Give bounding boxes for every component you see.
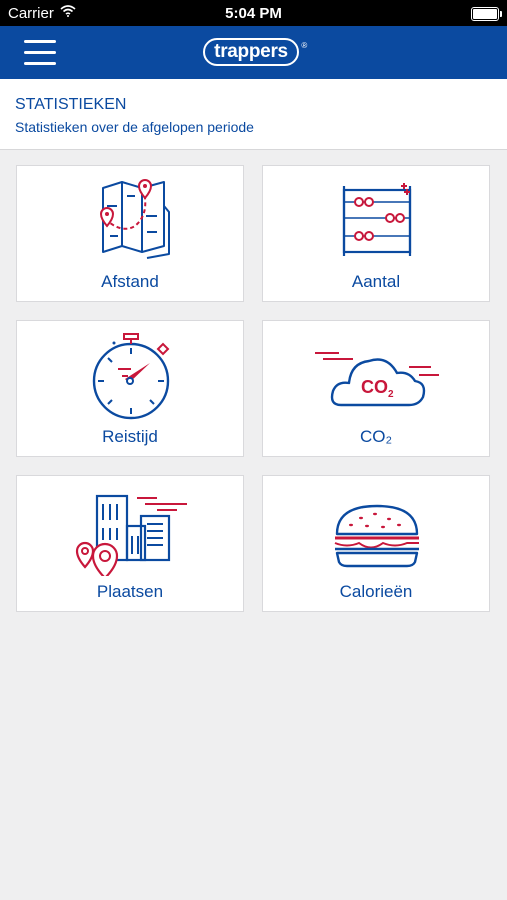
co2-icon-text: CO bbox=[361, 377, 388, 397]
stopwatch-icon bbox=[92, 333, 170, 420]
logo-text: trappers bbox=[214, 41, 288, 62]
status-bar: Carrier 5:04 PM bbox=[0, 0, 507, 26]
map-route-icon bbox=[99, 179, 170, 259]
page-header: STATISTIEKEN Statistieken over de afgelo… bbox=[0, 79, 507, 150]
tile-calorieen[interactable]: Calorieën bbox=[262, 475, 490, 612]
page-title: STATISTIEKEN bbox=[15, 96, 127, 113]
co2-cloud-icon: CO 2 bbox=[315, 352, 439, 407]
tile-co2[interactable]: CO 2 CO₂ bbox=[262, 320, 490, 457]
registered-mark: ® bbox=[301, 41, 307, 50]
nav-bar: trappers ® bbox=[0, 26, 507, 79]
tile-label: Plaatsen bbox=[96, 582, 164, 601]
tile-label: CO₂ bbox=[359, 427, 393, 446]
tile-label: Calorieën bbox=[339, 582, 413, 601]
tile-label: Aantal bbox=[351, 272, 401, 291]
status-time: 5:04 PM bbox=[225, 5, 282, 22]
hamburger-icon[interactable] bbox=[24, 38, 58, 66]
battery-icon bbox=[471, 7, 502, 21]
co2-icon-sub: 2 bbox=[388, 389, 394, 400]
tile-afstand[interactable]: Afstand bbox=[16, 165, 244, 302]
tile-reistijd[interactable]: Reistijd bbox=[16, 320, 244, 457]
page-subtitle: Statistieken over de afgelopen periode bbox=[15, 119, 254, 135]
tile-label: Reistijd bbox=[102, 427, 158, 446]
burger-icon bbox=[334, 504, 419, 568]
tile-label: Afstand bbox=[101, 272, 159, 291]
abacus-icon bbox=[342, 183, 412, 256]
tile-plaatsen[interactable]: Plaatsen bbox=[16, 475, 244, 612]
tile-aantal[interactable]: Aantal bbox=[262, 165, 490, 302]
city-pin-icon bbox=[75, 494, 187, 576]
trappers-logo: trappers ® bbox=[203, 38, 307, 66]
